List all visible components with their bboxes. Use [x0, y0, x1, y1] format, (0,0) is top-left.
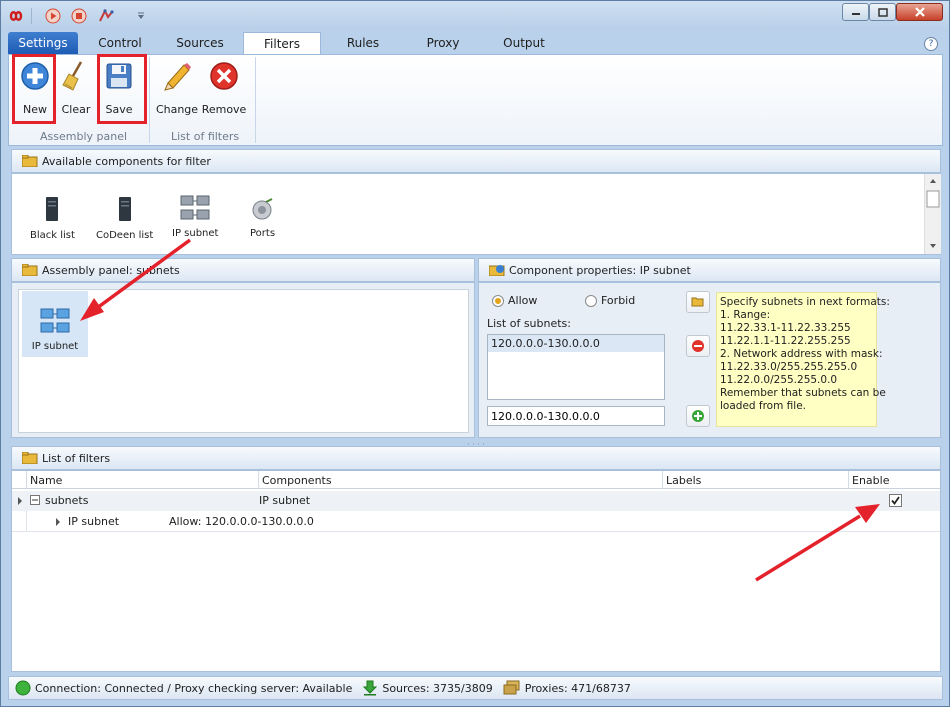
arrow-to-enable [755, 504, 880, 582]
annotation-arrows [80, 238, 880, 582]
arrow-to-assembly [80, 238, 192, 321]
